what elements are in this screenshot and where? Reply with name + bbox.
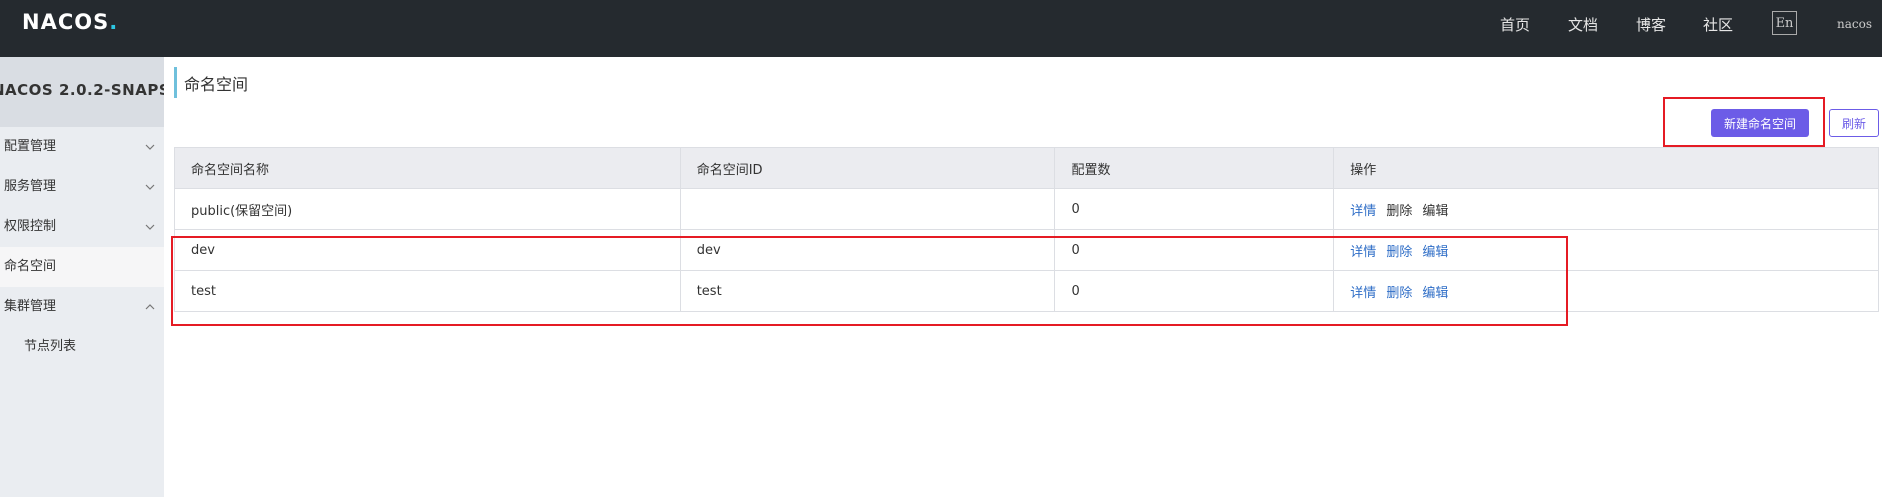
page-title-accent <box>174 67 177 98</box>
cell-config-count: 0 <box>1054 188 1335 230</box>
cell-actions: 详情 删除 编辑 <box>1333 270 1879 312</box>
edit-link[interactable]: 编辑 <box>1422 245 1448 260</box>
edit-link[interactable]: 编辑 <box>1422 286 1448 301</box>
cell-config-count: 0 <box>1054 270 1335 312</box>
sidebar-item-label: 命名空间 <box>4 259 57 274</box>
details-link[interactable]: 详情 <box>1350 286 1376 301</box>
delete-link[interactable]: 删除 <box>1386 286 1412 301</box>
cell-namespace-name: public(保留空间) <box>174 188 681 230</box>
nav-blog[interactable]: 博客 <box>1636 14 1666 35</box>
language-switch-button[interactable]: En <box>1772 11 1797 35</box>
column-header-actions: 操作 <box>1333 147 1879 189</box>
cell-actions: 详情 删除 编辑 <box>1333 188 1879 230</box>
table-header-row: 命名空间名称 命名空间ID 配置数 操作 <box>174 147 1879 189</box>
user-name[interactable]: nacos <box>1837 17 1872 31</box>
sidebar-item-label: 配置管理 <box>4 139 57 154</box>
column-header-count: 配置数 <box>1054 147 1335 189</box>
sidebar-item-access-control[interactable]: 权限控制 <box>0 207 164 247</box>
chevron-down-icon <box>145 224 155 230</box>
chevron-down-icon <box>145 184 155 190</box>
sidebar-item-node-list[interactable]: 节点列表 <box>0 327 164 367</box>
refresh-button[interactable]: 刷新 <box>1829 109 1879 137</box>
cell-namespace-id: test <box>679 270 1056 312</box>
cell-namespace-name: test <box>174 270 681 312</box>
cell-namespace-id: dev <box>679 229 1056 271</box>
sidebar-item-label: 权限控制 <box>4 219 57 234</box>
new-namespace-button[interactable]: 新建命名空间 <box>1711 109 1809 137</box>
chevron-up-icon <box>145 304 155 310</box>
sidebar-item-label: 节点列表 <box>24 339 77 354</box>
column-header-id: 命名空间ID <box>679 147 1056 189</box>
table-row: test test 0 详情 删除 编辑 <box>174 270 1879 312</box>
chevron-down-icon <box>145 144 155 150</box>
edit-link[interactable]: 编辑 <box>1422 204 1448 219</box>
nav-community[interactable]: 社区 <box>1703 14 1733 35</box>
details-link[interactable]: 详情 <box>1350 204 1376 219</box>
sidebar-title-text: NACOS 2.0.2-SNAPS... <box>0 81 164 99</box>
delete-link[interactable]: 删除 <box>1386 245 1412 260</box>
cell-config-count: 0 <box>1054 229 1335 271</box>
sidebar-item-label: 服务管理 <box>4 179 57 194</box>
page-title: 命名空间 <box>184 75 249 94</box>
table-row: dev dev 0 详情 删除 编辑 <box>174 229 1879 271</box>
table-row: public(保留空间) 0 详情 删除 编辑 <box>174 188 1879 230</box>
sidebar-item-namespace[interactable]: 命名空间 <box>0 247 164 287</box>
sidebar-title: NACOS 2.0.2-SNAPS... <box>0 57 164 127</box>
cell-actions: 详情 删除 编辑 <box>1333 229 1879 271</box>
nav-home[interactable]: 首页 <box>1500 14 1530 35</box>
nav-docs[interactable]: 文档 <box>1568 14 1598 35</box>
sidebar-item-config-management[interactable]: 配置管理 <box>0 127 164 167</box>
column-header-name: 命名空间名称 <box>174 147 681 189</box>
sidebar-item-service-management[interactable]: 服务管理 <box>0 167 164 207</box>
sidebar-item-cluster-management[interactable]: 集群管理 <box>0 287 164 327</box>
sidebar-item-label: 集群管理 <box>4 299 57 314</box>
cell-namespace-name: dev <box>174 229 681 271</box>
top-nav: 首页 文档 博客 社区 En nacos <box>0 0 1882 57</box>
namespace-table: 命名空间名称 命名空间ID 配置数 操作 public(保留空间) 0 详情 删除… <box>174 147 1879 312</box>
cell-namespace-id <box>679 188 1056 230</box>
delete-link[interactable]: 删除 <box>1386 204 1412 219</box>
top-bar: NACOS. 首页 文档 博客 社区 En nacos <box>0 0 1882 57</box>
details-link[interactable]: 详情 <box>1350 245 1376 260</box>
sidebar: NACOS 2.0.2-SNAPS... 配置管理 服务管理 权限控制 命名空间… <box>0 57 164 497</box>
